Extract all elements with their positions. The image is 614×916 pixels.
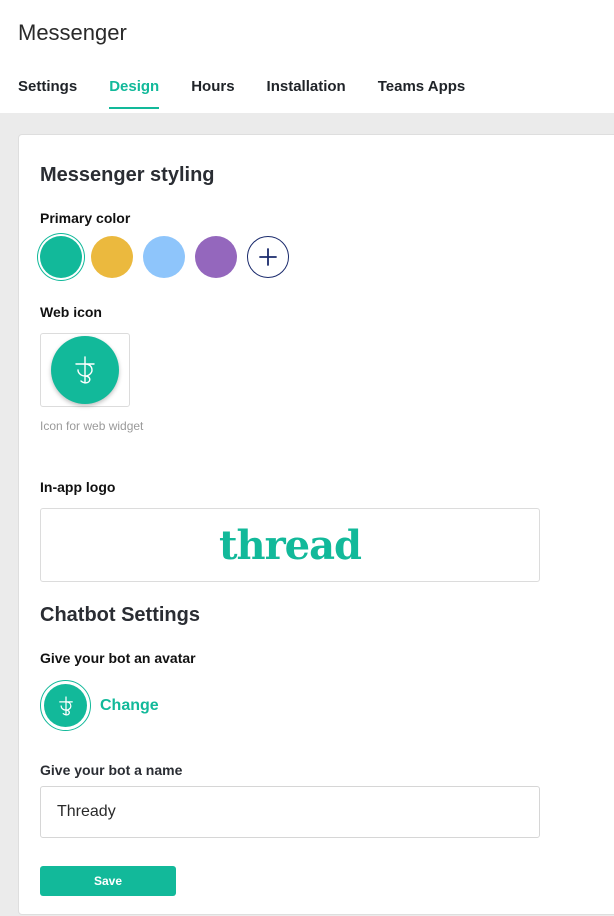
design-card: Messenger styling Primary color Web icon… bbox=[18, 134, 614, 915]
bot-avatar bbox=[40, 680, 91, 731]
tab-settings[interactable]: Settings bbox=[18, 78, 77, 109]
tab-hours[interactable]: Hours bbox=[191, 78, 234, 109]
thread-wordmark: thread bbox=[219, 521, 362, 569]
bot-name-input[interactable] bbox=[40, 786, 540, 838]
tab-design[interactable]: Design bbox=[109, 78, 160, 109]
primary-color-label: Primary color bbox=[40, 210, 131, 226]
thread-avatar-icon bbox=[44, 684, 87, 727]
color-swatch-teal[interactable] bbox=[40, 236, 82, 278]
tab-installation[interactable]: Installation bbox=[267, 78, 346, 109]
in-app-logo-label: In-app logo bbox=[40, 479, 116, 495]
change-avatar-link[interactable]: Change bbox=[100, 697, 159, 715]
web-icon-hint: Icon for web widget bbox=[40, 419, 144, 433]
save-button[interactable]: Save bbox=[40, 866, 176, 896]
add-color-button[interactable] bbox=[247, 236, 289, 278]
tab-bar: Settings Design Hours Installation Teams… bbox=[18, 78, 465, 109]
thread-logo-icon bbox=[51, 336, 119, 404]
color-swatch-yellow[interactable] bbox=[91, 236, 133, 278]
plus-icon bbox=[259, 248, 277, 266]
web-icon-label: Web icon bbox=[40, 304, 102, 320]
page-title: Messenger bbox=[18, 20, 127, 45]
color-swatches bbox=[37, 236, 289, 278]
bot-avatar-label: Give your bot an avatar bbox=[40, 650, 196, 666]
web-icon-preview[interactable] bbox=[40, 333, 130, 407]
chatbot-settings-heading: Chatbot Settings bbox=[40, 604, 200, 626]
tab-teams-apps[interactable]: Teams Apps bbox=[378, 78, 466, 109]
bot-name-label: Give your bot a name bbox=[40, 762, 183, 778]
in-app-logo-preview[interactable]: thread bbox=[40, 508, 540, 582]
bot-avatar-row: Change bbox=[40, 680, 159, 731]
color-swatch-purple[interactable] bbox=[195, 236, 237, 278]
color-swatch-light-blue[interactable] bbox=[143, 236, 185, 278]
page-header: Messenger Settings Design Hours Installa… bbox=[0, 0, 614, 113]
messenger-styling-heading: Messenger styling bbox=[40, 164, 215, 186]
